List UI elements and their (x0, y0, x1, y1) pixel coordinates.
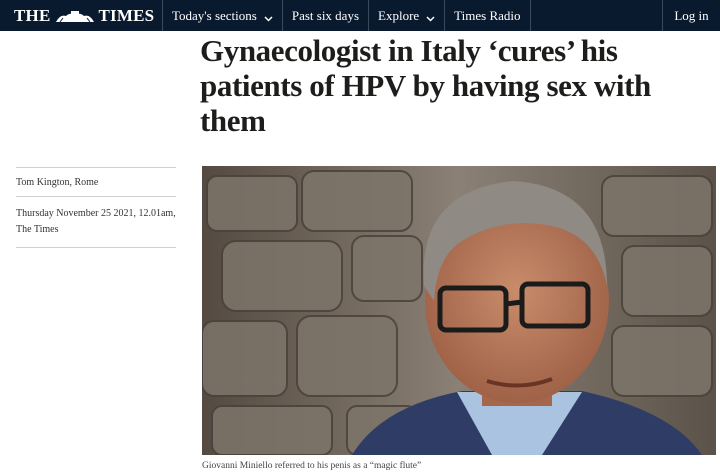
nav-item-todays-sections[interactable]: Today's sections (162, 0, 282, 31)
section-nav: Today's sections Past six days Explore T… (162, 0, 531, 31)
login-button[interactable]: Log in (662, 0, 720, 31)
top-navigation-bar: THE TIMES Today's sections Past six days… (0, 0, 720, 31)
photo-caption: Giovanni Miniello referred to his penis … (202, 461, 422, 471)
nav-item-label: Explore (378, 7, 420, 23)
article-photo (202, 166, 716, 455)
publish-date: Thursday November 25 2021, 12.01am, The … (16, 208, 176, 235)
nav-item-times-radio[interactable]: Times Radio (444, 0, 531, 31)
nav-item-explore[interactable]: Explore (368, 0, 444, 31)
nav-item-label: Past six days (291, 7, 360, 23)
divider (16, 247, 176, 248)
logo-text-left: THE (14, 5, 51, 25)
nav-item-label: Times Radio (454, 7, 521, 23)
chevron-down-icon (426, 11, 435, 22)
chevron-down-icon (264, 11, 273, 22)
crest-icon (54, 9, 96, 23)
times-logo[interactable]: THE TIMES (0, 0, 162, 31)
byline: Tom Kington, Rome Thursday November 25 2… (16, 167, 176, 248)
nav-item-past-six-days[interactable]: Past six days (281, 0, 368, 31)
article-headline: Gynaecologist in Italy ‘cures’ his patie… (200, 33, 651, 138)
author-name[interactable]: Tom Kington, Rome (16, 168, 176, 196)
nav-item-label: Today's sections (172, 7, 257, 23)
logo-text-right: TIMES (98, 5, 155, 25)
